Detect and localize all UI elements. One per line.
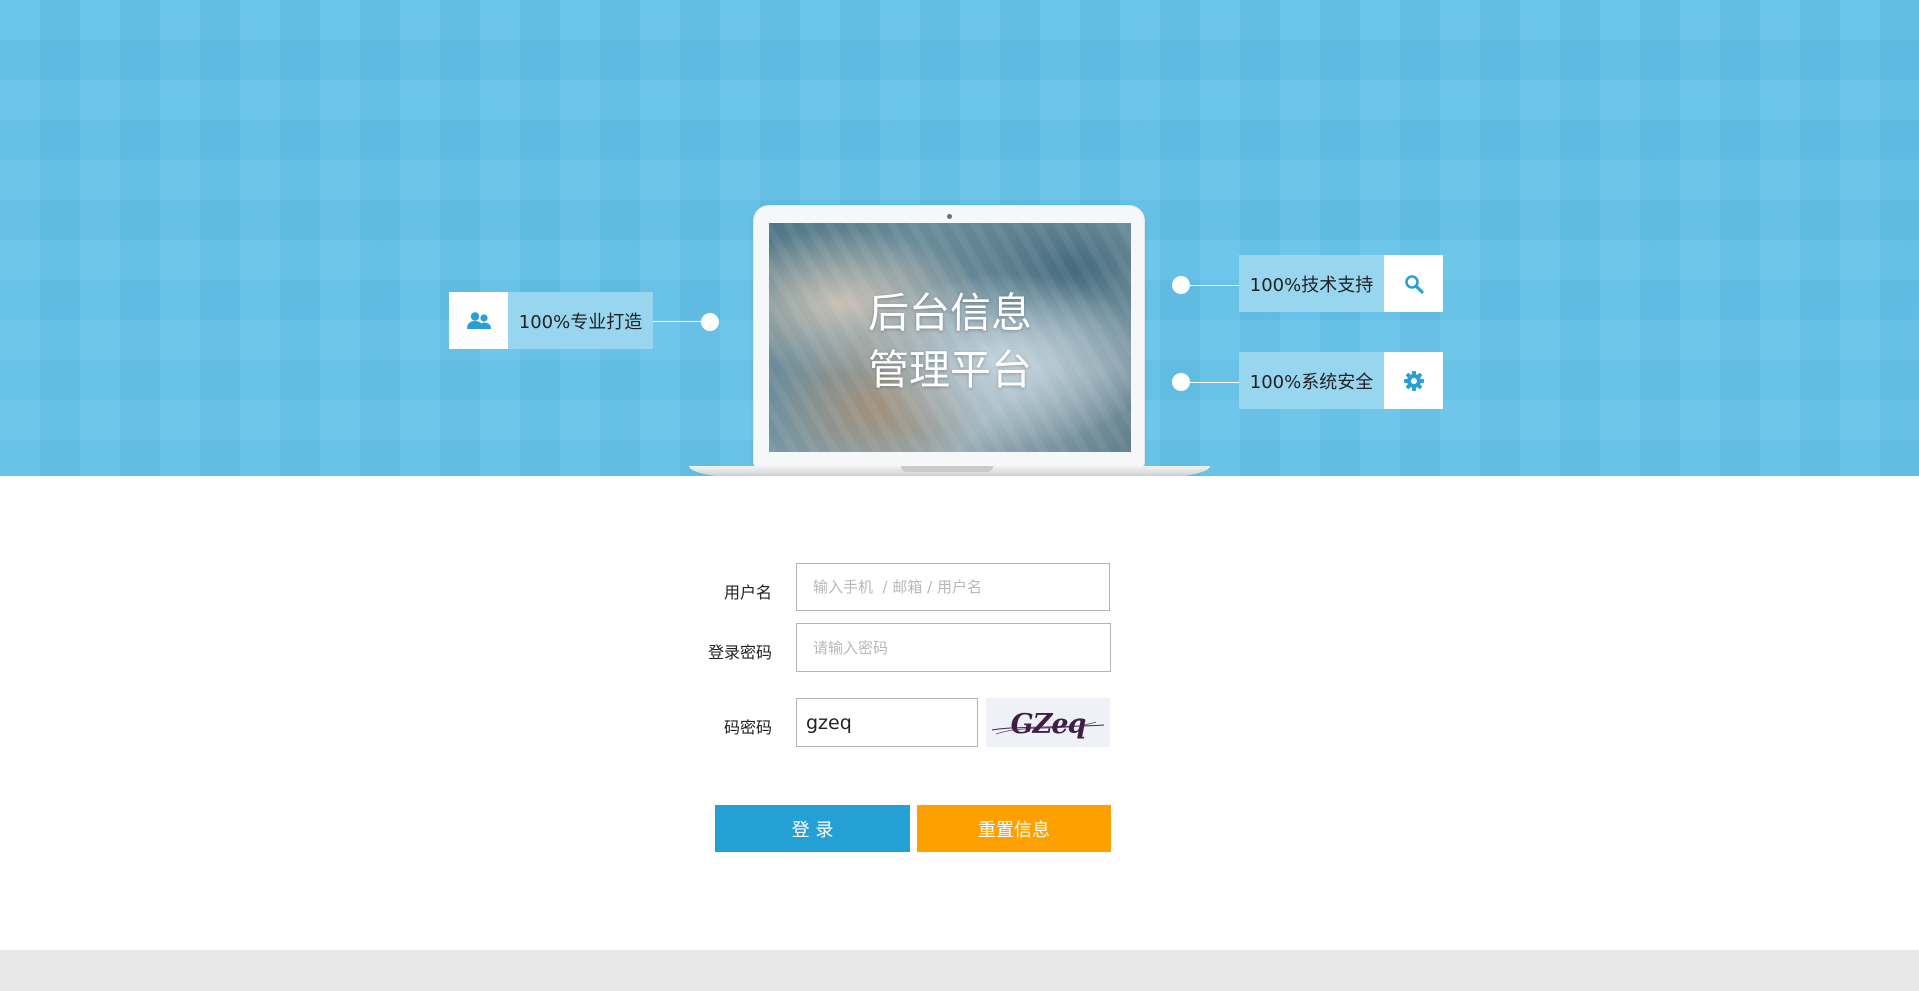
reset-button[interactable]: 重置信息 (917, 805, 1111, 852)
username-label: 用户名 (723, 583, 772, 602)
feature-professional-dot (701, 313, 719, 331)
footer-bar (0, 950, 1919, 991)
users-icon (466, 311, 491, 329)
laptop-screen: 后台信息 管理平台 (769, 223, 1131, 452)
feature-support-icon-box (1384, 255, 1443, 312)
captcha-text: GZeq (1011, 709, 1086, 740)
feature-security-label: 100%系统安全 (1239, 352, 1384, 409)
screen-title-line1: 后台信息 (868, 289, 1032, 337)
feature-support: 100%技术支持 (1239, 255, 1443, 312)
feature-security: 100%系统安全 (1239, 352, 1443, 409)
hero-banner: 100%专业打造 100%技术支持 100%系统安全 后台信息 管理平台 (0, 0, 1919, 476)
captcha-label: 码密码 (723, 718, 772, 737)
feature-support-label: 100%技术支持 (1239, 255, 1384, 312)
feature-security-connector (1181, 382, 1239, 383)
screen-title-line2: 管理平台 (868, 346, 1032, 394)
feature-professional: 100%专业打造 (449, 292, 653, 349)
password-input[interactable] (796, 623, 1111, 672)
screen-title: 后台信息 管理平台 (769, 285, 1131, 399)
laptop-camera (947, 214, 952, 219)
search-icon (1404, 274, 1424, 294)
feature-support-connector (1181, 285, 1239, 286)
captcha-input[interactable] (796, 698, 978, 747)
laptop-notch (901, 466, 993, 472)
username-input[interactable] (796, 563, 1110, 611)
laptop-base (689, 466, 1210, 476)
password-label: 登录密码 (707, 643, 772, 662)
gear-icon (1403, 370, 1424, 391)
captcha-image[interactable]: GZeq (986, 698, 1110, 747)
captcha-graphic: GZeq (991, 709, 1105, 740)
feature-professional-icon-box (449, 292, 508, 349)
laptop-lid: 后台信息 管理平台 (753, 205, 1145, 467)
login-button[interactable]: 登 录 (715, 805, 910, 852)
feature-security-icon-box (1384, 352, 1443, 409)
feature-professional-label: 100%专业打造 (508, 292, 653, 349)
